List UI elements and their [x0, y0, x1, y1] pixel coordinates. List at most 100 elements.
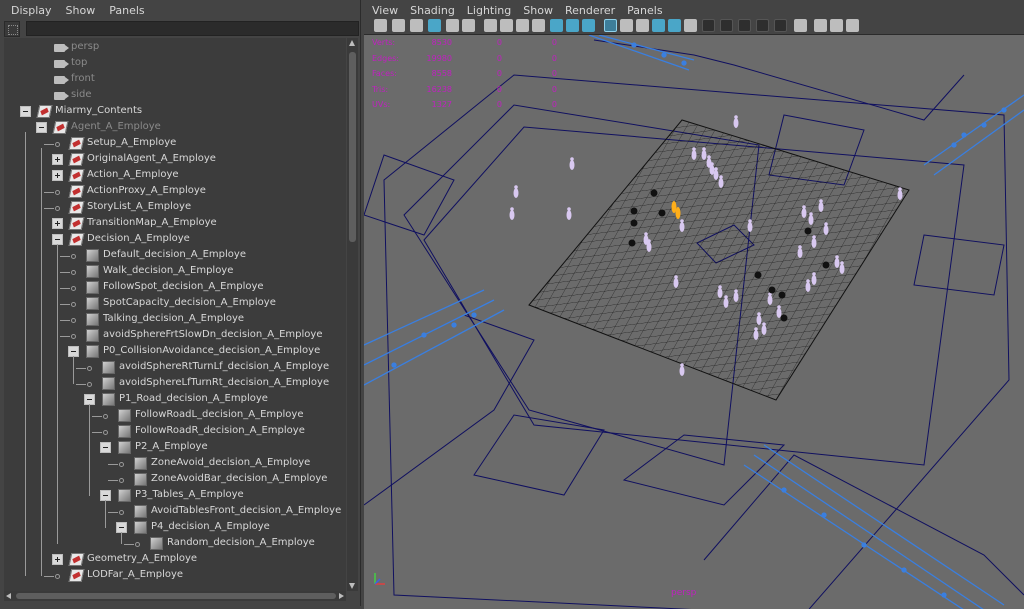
- outliner-row[interactable]: Random_decision_A_Employe: [4, 536, 346, 552]
- outliner-row[interactable]: OriginalAgent_A_Employe: [4, 152, 346, 168]
- crowd-agent-head: [819, 199, 823, 203]
- anti-aliasing-icon[interactable]: [756, 19, 769, 32]
- outliner-row[interactable]: SpotCapacity_decision_A_Employe: [4, 296, 346, 312]
- outliner-row-label: P0_CollisionAvoidance_decision_A_Employe: [103, 345, 321, 356]
- resolution-gate-icon[interactable]: [516, 19, 529, 32]
- field-chart-icon[interactable]: [550, 19, 563, 32]
- scroll-down-arrow-icon[interactable]: [349, 583, 355, 589]
- crowd-agent: [709, 165, 715, 175]
- outliner-menu-panels[interactable]: Panels: [102, 4, 151, 17]
- grid-icon[interactable]: [484, 19, 497, 32]
- film-gate-icon[interactable]: [500, 19, 513, 32]
- outliner-row[interactable]: side: [4, 88, 346, 104]
- outliner-row[interactable]: P0_CollisionAvoidance_decision_A_Employe: [4, 344, 346, 360]
- outliner-row[interactable]: ZoneAvoidBar_decision_A_Employe: [4, 472, 346, 488]
- road-lane-marker: [661, 52, 667, 58]
- safe-title-icon[interactable]: [582, 19, 595, 32]
- outliner-row[interactable]: Action_A_Employe: [4, 168, 346, 184]
- outliner-menu-display[interactable]: Display: [4, 4, 59, 17]
- textured-icon[interactable]: [668, 19, 681, 32]
- viewport-menu-view[interactable]: View: [366, 4, 404, 17]
- two-d-pan-icon[interactable]: [446, 19, 459, 32]
- collapse-icon[interactable]: [36, 122, 47, 133]
- outliner-row[interactable]: P2_A_Employe: [4, 440, 346, 456]
- outliner-menu-show[interactable]: Show: [59, 4, 103, 17]
- outliner-row[interactable]: StoryList_A_Employe: [4, 200, 346, 216]
- outliner-row[interactable]: front: [4, 72, 346, 88]
- shadows-icon[interactable]: [702, 19, 715, 32]
- filter-icon[interactable]: [4, 20, 20, 37]
- depth-of-field-icon[interactable]: [774, 19, 787, 32]
- scroll-left-arrow-icon[interactable]: [6, 593, 11, 599]
- outliner-row[interactable]: P4_decision_A_Employe: [4, 520, 346, 536]
- outliner-row[interactable]: P1_Road_decision_A_Employe: [4, 392, 346, 408]
- smooth-shade-icon[interactable]: [620, 19, 633, 32]
- use-default-material-icon[interactable]: [636, 19, 649, 32]
- wireframe-icon[interactable]: [604, 19, 617, 32]
- scroll-up-arrow-icon[interactable]: [349, 40, 355, 46]
- outliner-row[interactable]: LODFar_A_Employe: [4, 568, 346, 584]
- motion-blur-icon[interactable]: [738, 19, 751, 32]
- collapse-icon[interactable]: [100, 442, 111, 453]
- gate-mask-icon[interactable]: [532, 19, 545, 32]
- outliner-row[interactable]: avoidSphereLfTurnRt_decision_A_Employe: [4, 376, 346, 392]
- outliner-row[interactable]: FollowSpot_decision_A_Employe: [4, 280, 346, 296]
- xray-active-components-icon[interactable]: [830, 19, 843, 32]
- road-lane-marker: [391, 362, 397, 368]
- collapse-icon[interactable]: [20, 106, 31, 117]
- outliner-row[interactable]: ActionProxy_A_Employe: [4, 184, 346, 200]
- scroll-thumb[interactable]: [349, 52, 356, 242]
- image-plane-icon[interactable]: [428, 19, 441, 32]
- outliner-row[interactable]: FollowRoadL_decision_A_Employe: [4, 408, 346, 424]
- viewport-menu-lighting[interactable]: Lighting: [461, 4, 517, 17]
- outliner-row[interactable]: AvoidTablesFront_decision_A_Employe: [4, 504, 346, 520]
- use-all-lights-icon[interactable]: [684, 19, 697, 32]
- viewport-toolbar: [368, 18, 1020, 34]
- outliner-row[interactable]: Talking_decision_A_Employe: [4, 312, 346, 328]
- outliner-row[interactable]: Miarmy_Contents: [4, 104, 346, 120]
- crowd-agent-head: [835, 255, 839, 259]
- camera-attributes-icon[interactable]: [392, 19, 405, 32]
- outliner-row[interactable]: Setup_A_Employe: [4, 136, 346, 152]
- outliner-search-input[interactable]: [26, 21, 359, 36]
- screen-space-ao-icon[interactable]: [720, 19, 733, 32]
- outliner-horizontal-scrollbar[interactable]: [4, 591, 346, 601]
- viewport-menu-renderer[interactable]: Renderer: [559, 4, 621, 17]
- xray-icon[interactable]: [814, 19, 827, 32]
- outliner-row[interactable]: FollowRoadR_decision_A_Employe: [4, 424, 346, 440]
- outliner-row[interactable]: ZoneAvoid_decision_A_Employe: [4, 456, 346, 472]
- decision-node-icon: [150, 537, 163, 550]
- viewport-menu-shading[interactable]: Shading: [404, 4, 461, 17]
- expand-icon[interactable]: [52, 154, 63, 165]
- scroll-right-arrow-icon[interactable]: [339, 593, 344, 599]
- expand-icon[interactable]: [52, 170, 63, 181]
- outliner-vertical-scrollbar[interactable]: [347, 38, 358, 591]
- outliner-row-label: P1_Road_decision_A_Employe: [119, 393, 268, 404]
- viewport-menu-panels[interactable]: Panels: [621, 4, 668, 17]
- outliner-row[interactable]: Default_decision_A_Employe: [4, 248, 346, 264]
- outliner-row[interactable]: avoidSphereFrtSlowDn_decision_A_Employe: [4, 328, 346, 344]
- safe-action-icon[interactable]: [566, 19, 579, 32]
- outliner-row[interactable]: persp: [4, 40, 346, 56]
- tree-connector-line: [44, 192, 54, 193]
- viewport-menu-show[interactable]: Show: [517, 4, 559, 17]
- bookmark-icon[interactable]: [410, 19, 423, 32]
- wireframe-on-shaded-icon[interactable]: [652, 19, 665, 32]
- decision-node-icon: [86, 313, 99, 326]
- scroll-thumb-horizontal[interactable]: [16, 593, 336, 599]
- outliner-row[interactable]: TransitionMap_A_Employe: [4, 216, 346, 232]
- select-camera-icon[interactable]: [374, 19, 387, 32]
- outliner-row[interactable]: Walk_decision_A_Employe: [4, 264, 346, 280]
- outliner-row[interactable]: P3_Tables_A_Employe: [4, 488, 346, 504]
- grease-pencil-icon[interactable]: [462, 19, 475, 32]
- expand-icon[interactable]: [52, 554, 63, 565]
- outliner-row[interactable]: Geometry_A_Employe: [4, 552, 346, 568]
- outliner-row[interactable]: top: [4, 56, 346, 72]
- xray-joints-icon[interactable]: [846, 19, 859, 32]
- isolate-select-icon[interactable]: [794, 19, 807, 32]
- outliner-row[interactable]: avoidSphereRtTurnLf_decision_A_Employe: [4, 360, 346, 376]
- outliner-row[interactable]: Decision_A_Employe: [4, 232, 346, 248]
- expand-icon[interactable]: [52, 218, 63, 229]
- 3d-viewport[interactable]: Verts: 8530 0 0 Edges: 19980 0 0 Faces: 8558 0 0 …: [364, 34, 1024, 609]
- outliner-row[interactable]: Agent_A_Employe: [4, 120, 346, 136]
